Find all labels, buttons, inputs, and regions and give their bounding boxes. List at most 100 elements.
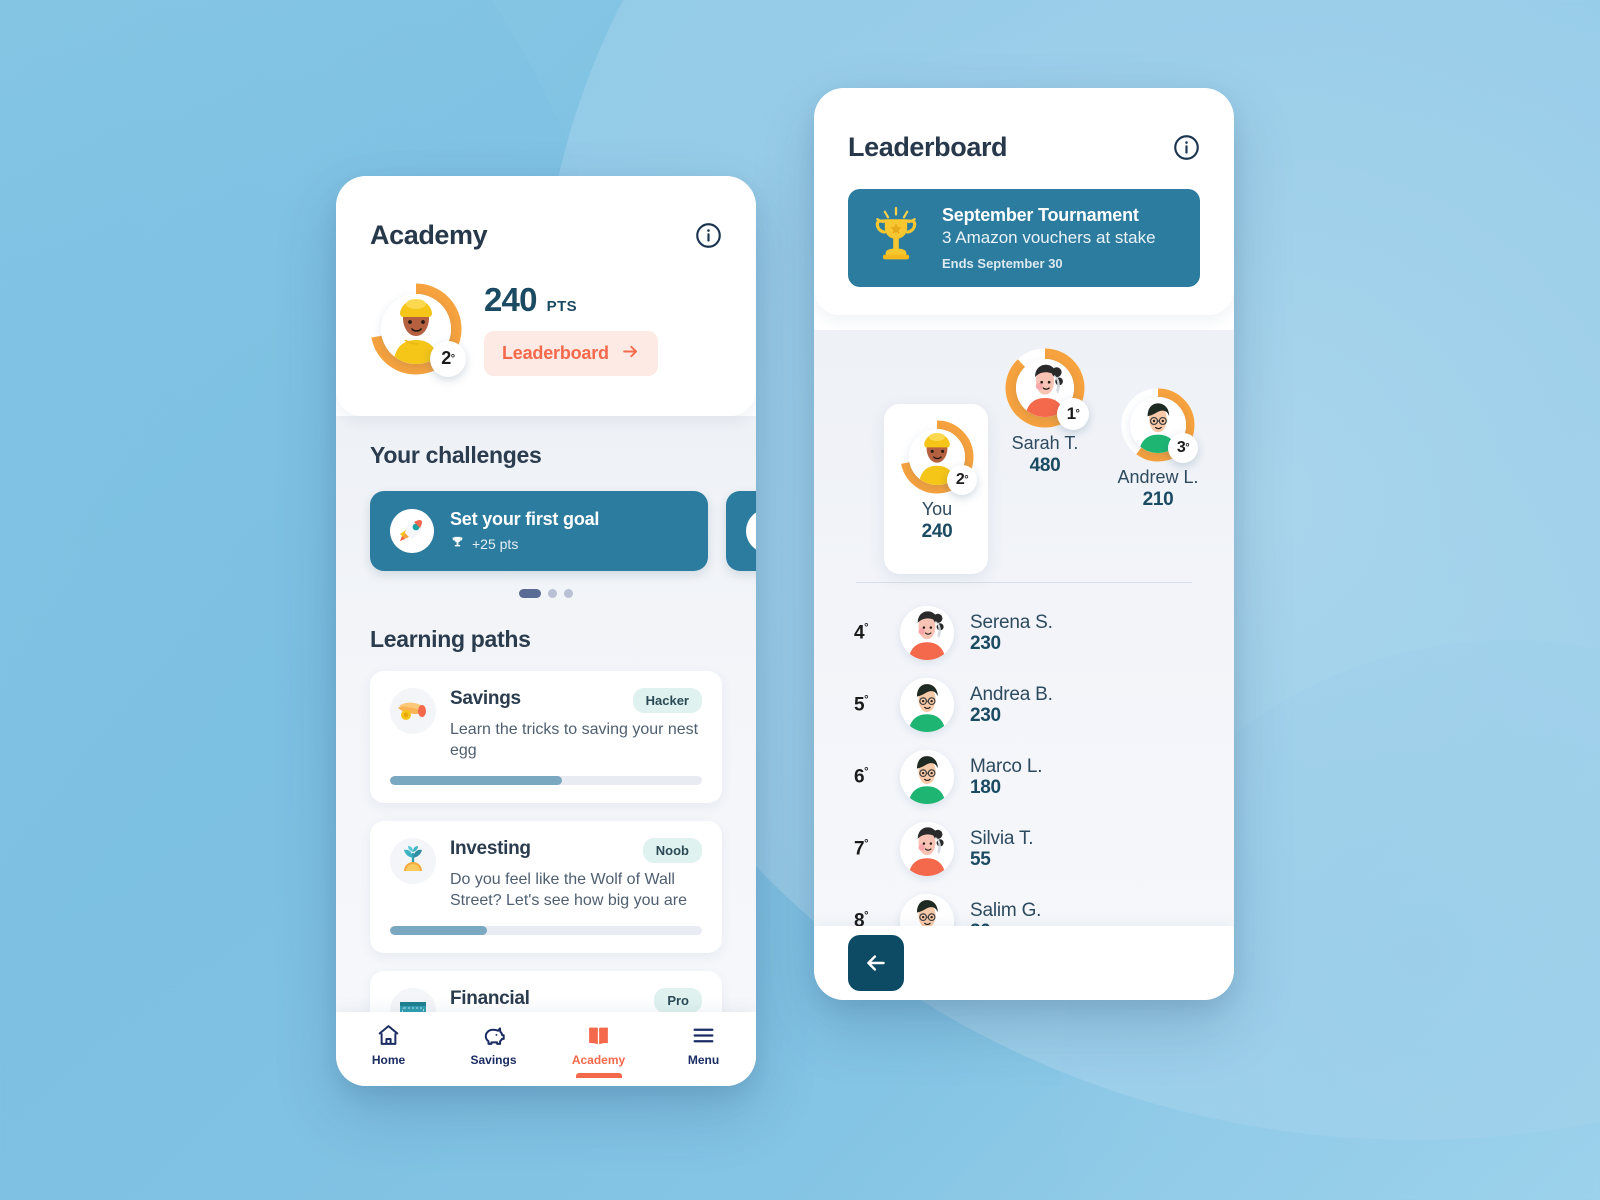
user-rank-suffix: °: [450, 352, 455, 365]
learning-path-card-savings[interactable]: Savings Hacker Learn the tricks to savin…: [370, 671, 722, 804]
podium-rank-badge: 3 °: [1168, 433, 1198, 463]
rocket-icon: [390, 509, 434, 553]
podium-item-third[interactable]: 3 ° Andrew L. 210: [1103, 388, 1213, 511]
challenge-card[interactable]: Set your first goal +25 pts: [370, 491, 708, 571]
learning-path-level-tag: Noob: [642, 838, 702, 864]
tab-savings[interactable]: Savings: [441, 1023, 546, 1067]
podium-item-first[interactable]: 1 ° Sarah T. 480: [990, 348, 1100, 477]
points-unit: PTS: [546, 298, 578, 315]
podium: 2 ° You 240 1 ° Sarah T. 480 3 ° Andrew …: [848, 348, 1200, 578]
academy-scroll-body[interactable]: Your challenges Set your first goal +25 …: [336, 416, 756, 1086]
podium-ring-you: 2 °: [900, 420, 977, 495]
ranking-score: 230: [970, 704, 1001, 726]
academy-header: Academy 2 ° 240 PTS Leaderboard: [336, 176, 756, 416]
ranking-score: 55: [970, 848, 991, 870]
ranking-position: 7°: [854, 838, 884, 860]
ranking-position: 8°: [854, 910, 884, 926]
page-title: Academy: [370, 220, 488, 250]
learning-path-head: Investing Noob: [450, 838, 702, 864]
ranking-position: 5°: [854, 694, 884, 716]
ranking-position-suffix: °: [864, 693, 868, 706]
tab-menu-label: Menu: [687, 1053, 720, 1067]
ranking-row[interactable]: 8° Salim G. 30: [848, 885, 1200, 926]
podium-rank-value: 1: [1066, 404, 1076, 423]
ranking-row[interactable]: 6° Marco L. 180: [848, 741, 1200, 813]
academy-points-hero: 2 ° 240 PTS Leaderboard: [370, 281, 722, 377]
pager-dot-1[interactable]: [519, 589, 541, 598]
sprout-icon: [390, 838, 436, 885]
academy-title-row: Academy: [370, 220, 722, 251]
info-circle-icon[interactable]: [695, 222, 722, 249]
tab-home[interactable]: Home: [336, 1023, 441, 1067]
challenges-section-title: Your challenges: [370, 442, 542, 468]
ranking-info: Salim G. 30: [970, 900, 1041, 927]
bottom-tabbar: Home Savings Academy Menu: [336, 1012, 756, 1086]
academy-phone-screen: Academy 2 ° 240 PTS Leaderboard Your cha…: [336, 176, 756, 1086]
ranking-name: Silvia T.: [970, 827, 1034, 849]
learning-path-level-tag: Pro: [654, 988, 702, 1014]
ranking-row[interactable]: 4° Serena S. 230: [848, 597, 1200, 669]
ranking-info: Serena S. 230: [970, 612, 1053, 655]
user-rank-badge: 2 °: [430, 340, 466, 377]
points-block: 240 PTS Leaderboard: [484, 281, 658, 376]
learning-path-title: Savings: [450, 688, 521, 709]
ranking-name: Marco L.: [970, 755, 1043, 777]
coin-hand-icon: [390, 688, 436, 734]
podium-rank-value: 3: [1176, 439, 1186, 456]
learning-path-body: Savings Hacker Learn the tricks to savin…: [390, 688, 702, 786]
trophy-icon: [868, 206, 924, 271]
leaderboard-button[interactable]: Leaderboard: [484, 331, 658, 376]
page-title: Leaderboard: [848, 132, 1008, 162]
ranking-name: Serena S.: [970, 611, 1053, 633]
pager-dot-3[interactable]: [564, 589, 573, 598]
learning-paths-section-title: Learning paths: [370, 626, 531, 652]
ranking-position-suffix: °: [864, 621, 868, 634]
book-icon: [589, 1027, 608, 1045]
tab-menu[interactable]: Menu: [651, 1023, 756, 1067]
podium-name: Sarah T.: [1011, 433, 1079, 453]
back-button[interactable]: [848, 935, 904, 991]
home-icon: [378, 1025, 399, 1045]
podium-rank-suffix: °: [1075, 408, 1080, 420]
challenges-carousel[interactable]: Set your first goal +25 pts: [370, 491, 756, 571]
ranking-score: 180: [970, 776, 1001, 798]
ranking-list: 4° Serena S. 230 5° Andrea B. 230 6° Mar…: [848, 597, 1200, 926]
avatar: [900, 822, 954, 876]
challenge-points-row: +25 pts: [450, 535, 599, 553]
leaderboard-body[interactable]: 2 ° You 240 1 ° Sarah T. 480 3 ° Andrew …: [814, 330, 1234, 926]
ranking-name: Andrea B.: [970, 683, 1053, 705]
leaderboard-button-label: Leaderboard: [502, 343, 609, 363]
challenge-card-next[interactable]: [726, 491, 756, 571]
avatar: [900, 894, 954, 926]
piggy-bank-icon: [484, 1027, 505, 1045]
tournament-banner[interactable]: September Tournament 3 Amazon vouchers a…: [848, 189, 1200, 287]
ranking-position-value: 4: [854, 622, 865, 644]
learning-path-description: Learn the tricks to saving your nest egg: [450, 721, 699, 760]
tab-savings-label: Savings: [470, 1053, 517, 1067]
tournament-text: September Tournament 3 Amazon vouchers a…: [942, 205, 1156, 271]
podium-score: 210: [1142, 489, 1174, 510]
podium-ring-third: 3 °: [1121, 388, 1198, 463]
ranking-row[interactable]: 7° Silvia T. 55: [848, 813, 1200, 885]
podium-ring-first: 1 °: [1005, 348, 1089, 430]
tab-academy[interactable]: Academy: [546, 1023, 651, 1078]
learning-path-level-tag: Hacker: [632, 688, 702, 713]
podium-item-you[interactable]: 2 ° You 240: [900, 420, 977, 543]
pager-dot-2[interactable]: [548, 589, 557, 598]
learning-path-body: Investing Noob Do you feel like the Wolf…: [390, 838, 702, 936]
podium-rank-value: 2: [955, 471, 965, 488]
challenge-title: Set your first goal: [450, 509, 600, 529]
learning-path-card-investing[interactable]: Investing Noob Do you feel like the Wolf…: [370, 821, 722, 954]
divider: [856, 582, 1192, 583]
user-rank-value: 2: [441, 348, 451, 368]
challenge-text: Set your first goal +25 pts: [450, 509, 599, 553]
learning-path-progressbar: [390, 926, 702, 936]
podium-rank-badge: 1 °: [1057, 398, 1089, 430]
carousel-pager[interactable]: [370, 589, 722, 598]
ranking-info: Marco L. 180: [970, 755, 1043, 799]
ranking-row[interactable]: 5° Andrea B. 230: [848, 669, 1200, 741]
ranking-name: Salim G.: [970, 899, 1042, 921]
info-circle-icon[interactable]: [1173, 134, 1200, 161]
podium-score: 240: [921, 521, 953, 542]
leaderboard-phone-screen: Leaderboard September Tournament 3 Amazo…: [814, 88, 1234, 1000]
